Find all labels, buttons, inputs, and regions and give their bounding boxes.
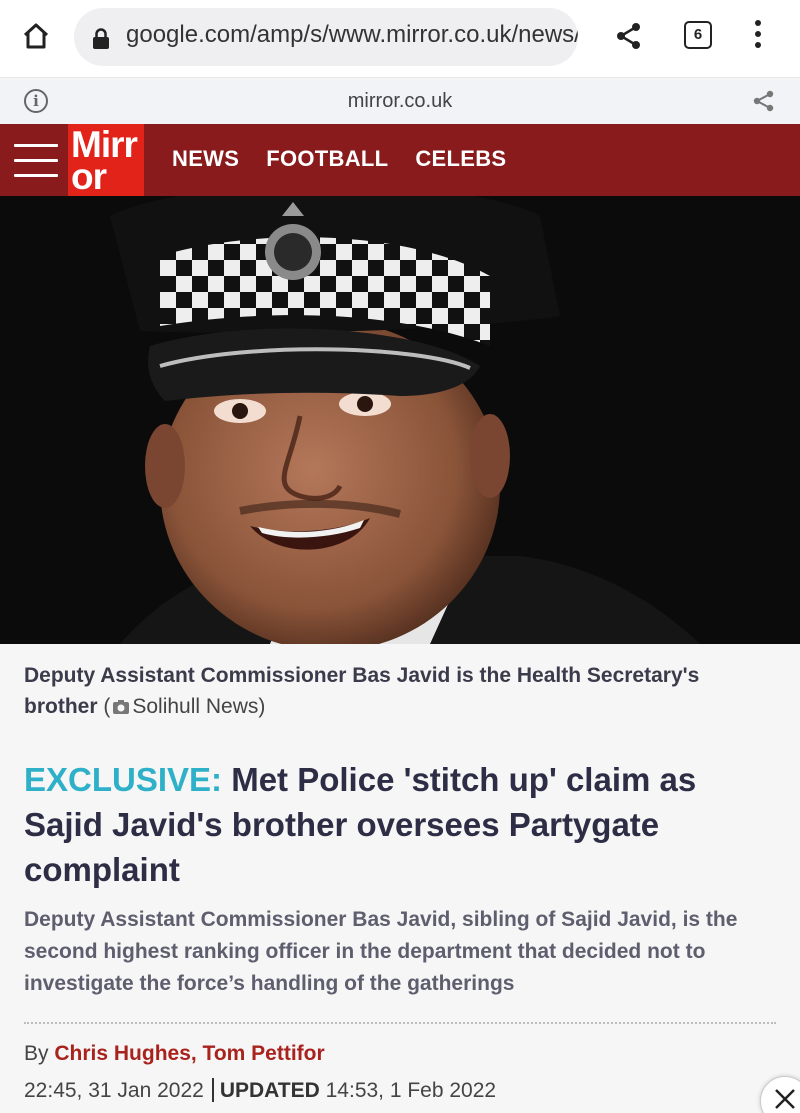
article-hero-image — [0, 196, 800, 644]
image-caption: Deputy Assistant Commissioner Bas Javid … — [24, 660, 776, 724]
caption-credit: Solihull News) — [132, 695, 266, 718]
date-separator — [211, 1078, 214, 1102]
hamburger-icon[interactable] — [14, 144, 58, 178]
amp-domain: mirror.co.uk — [347, 90, 453, 112]
mirror-logo[interactable]: Mirr or — [68, 124, 144, 196]
author-links[interactable]: Chris Hughes, Tom Pettifor — [54, 1042, 324, 1065]
updated-time: 14:53, 1 Feb 2022 — [325, 1079, 497, 1102]
address-bar[interactable]: google.com/amp/s/www.mirror.co.uk/news/ — [74, 8, 578, 66]
article-headline: EXCLUSIVE: Met Police 'stitch up' claim … — [24, 757, 776, 892]
site-nav: NEWS FOOTBALL CELEBS — [172, 146, 506, 172]
close-button[interactable] — [760, 1076, 800, 1113]
article-standfirst: Deputy Assistant Commissioner Bas Javid,… — [24, 908, 738, 995]
updated-label: UPDATED — [219, 1079, 320, 1102]
article-dates: 22:45, 31 Jan 2022 UPDATED 14:53, 1 Feb 2… — [24, 1078, 496, 1103]
nav-item-news[interactable]: NEWS — [172, 146, 239, 172]
divider — [24, 1022, 776, 1024]
amp-header: i mirror.co.uk — [0, 79, 800, 124]
home-icon[interactable] — [20, 20, 52, 52]
byline: By Chris Hughes, Tom Pettifor — [24, 1042, 325, 1066]
more-vert-icon[interactable] — [752, 20, 764, 52]
site-header: Mirr or NEWS FOOTBALL CELEBS — [0, 124, 800, 196]
exclusive-tag: EXCLUSIVE: — [24, 761, 223, 798]
lock-icon — [92, 28, 110, 55]
browser-toolbar: google.com/amp/s/www.mirror.co.uk/news/ … — [0, 0, 800, 78]
tab-switcher-button[interactable]: 6 — [684, 21, 712, 49]
caption-credit-open: ( — [103, 695, 111, 718]
url-text: google.com/amp/s/www.mirror.co.uk/news/ — [126, 21, 578, 48]
published-time: 22:45, 31 Jan 2022 — [24, 1079, 204, 1102]
nav-item-football[interactable]: FOOTBALL — [266, 146, 388, 172]
camera-icon — [112, 693, 130, 724]
byline-prefix: By — [24, 1042, 49, 1065]
nav-item-celebs[interactable]: CELEBS — [415, 146, 506, 172]
share-icon[interactable] — [752, 89, 776, 118]
share-icon[interactable] — [615, 22, 643, 55]
